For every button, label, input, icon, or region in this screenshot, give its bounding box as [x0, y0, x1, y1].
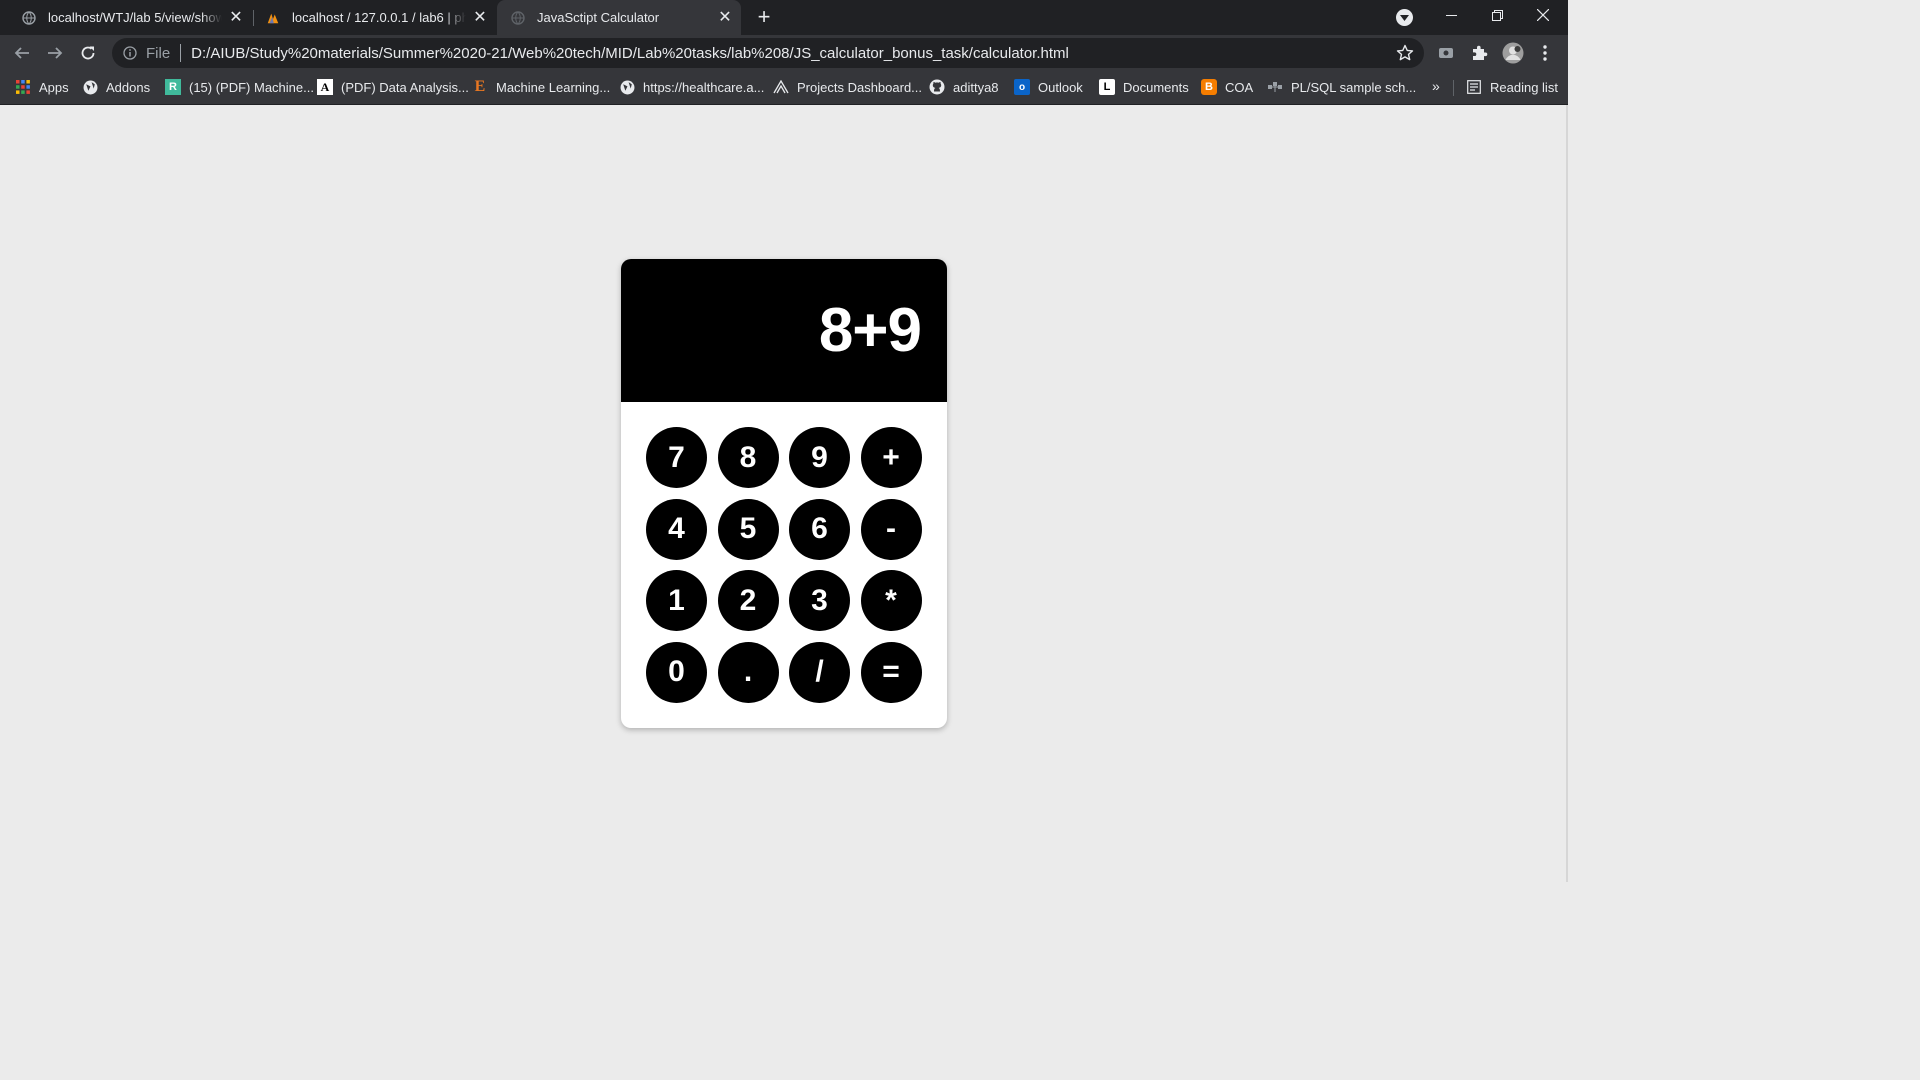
bookmark-item[interactable]: B COA: [1201, 78, 1253, 96]
close-tab-icon[interactable]: ✕: [470, 8, 490, 28]
url-divider: [180, 44, 182, 62]
browser-tab-active[interactable]: JavaSctipt Calculator ✕: [497, 0, 741, 35]
key-divide[interactable]: /: [789, 641, 850, 703]
key-minus[interactable]: -: [860, 498, 922, 560]
blogger-icon: B: [1201, 79, 1217, 95]
profile-avatar[interactable]: [1501, 41, 1525, 65]
key-7[interactable]: 7: [646, 427, 707, 488]
key-3[interactable]: 3: [789, 570, 850, 631]
bookmark-item[interactable]: https://healthcare.a...: [619, 78, 764, 96]
bookmark-label: Documents: [1123, 79, 1189, 95]
key-plus[interactable]: +: [860, 427, 922, 488]
key-5[interactable]: 5: [717, 498, 779, 560]
info-icon[interactable]: [122, 45, 138, 61]
bookmark-item[interactable]: Addons: [82, 78, 150, 96]
bookmarks-bar: Apps Addons R (15) (PDF) Machine... A (P…: [0, 71, 1568, 105]
key-equals[interactable]: =: [860, 641, 922, 703]
forward-arrow-icon: [48, 47, 63, 59]
reading-list-label: Reading list: [1490, 79, 1558, 95]
globe-icon: [22, 10, 36, 25]
key-2[interactable]: 2: [717, 570, 779, 631]
calculator-display: 8+9: [621, 259, 947, 402]
gitlab-icon: [773, 79, 789, 95]
key-decimal[interactable]: .: [717, 641, 779, 703]
globe-icon: [619, 79, 635, 95]
phpmyadmin-icon: [266, 11, 280, 25]
reading-list-icon: [1466, 79, 1482, 95]
globe-icon: [511, 10, 525, 25]
bookmark-item[interactable]: PL/SQL sample sch...: [1267, 78, 1416, 96]
more-menu-icon[interactable]: [1536, 44, 1554, 62]
reading-list-button[interactable]: Reading list: [1466, 78, 1558, 96]
bookmark-item[interactable]: R (15) (PDF) Machine...: [165, 78, 314, 96]
edx-icon: E: [474, 78, 486, 95]
tab-strip: localhost/WTJ/lab 5/view/show_a ✕ localh…: [0, 0, 1568, 35]
bookmark-item[interactable]: L Documents: [1099, 78, 1189, 96]
bookmark-item[interactable]: Apps: [15, 78, 69, 96]
academia-icon: A: [317, 79, 333, 95]
new-tab-button[interactable]: +: [752, 5, 776, 29]
globe-icon: [82, 79, 98, 95]
bookmark-label: PL/SQL sample sch...: [1291, 79, 1417, 95]
url-scheme-label: File: [146, 44, 171, 62]
address-bar[interactable]: File D:/AIUB/Study%20materials/Summer%20…: [112, 38, 1424, 68]
researchgate-icon: R: [165, 79, 181, 95]
bookmark-item[interactable]: E Machine Learning...: [472, 78, 611, 96]
forward-button[interactable]: [41, 39, 69, 67]
minimize-icon[interactable]: [1428, 0, 1474, 32]
back-arrow-icon: [14, 47, 29, 59]
bookmark-item[interactable]: adittya8: [929, 78, 999, 96]
tab-title: localhost / 127.0.0.1 / lab6 | phpM: [292, 10, 466, 25]
key-1[interactable]: 1: [646, 570, 707, 631]
screen-capture-icon[interactable]: [1437, 44, 1455, 62]
tab-title: localhost/WTJ/lab 5/view/show_a: [48, 10, 222, 25]
documents-icon: L: [1099, 79, 1115, 95]
url-text[interactable]: D:/AIUB/Study%20materials/Summer%2020-21…: [191, 45, 1069, 62]
bookmark-item[interactable]: A (PDF) Data Analysis...: [317, 78, 469, 96]
key-0[interactable]: 0: [646, 641, 707, 703]
bookmarks-separator: [1453, 80, 1454, 96]
bookmark-label: COA: [1225, 79, 1254, 95]
bookmark-label: Apps: [39, 79, 69, 95]
browser-tab[interactable]: localhost/WTJ/lab 5/view/show_a ✕: [8, 0, 252, 35]
browser-tab[interactable]: localhost / 127.0.0.1 / lab6 | phpM ✕: [252, 0, 496, 35]
key-multiply[interactable]: *: [860, 570, 922, 631]
bookmark-item[interactable]: Projects Dashboard...: [773, 78, 922, 96]
extensions-puzzle-icon[interactable]: [1470, 44, 1488, 62]
bookmark-star-icon[interactable]: [1396, 44, 1414, 62]
key-6[interactable]: 6: [789, 498, 850, 560]
restore-icon[interactable]: [1474, 0, 1520, 32]
reload-icon: [81, 46, 95, 60]
apps-grid-icon: [15, 79, 31, 95]
bookmark-label: Machine Learning...: [496, 79, 611, 95]
close-tab-icon[interactable]: ✕: [715, 8, 735, 28]
back-button[interactable]: [8, 39, 36, 67]
database-icon: [1267, 79, 1283, 95]
tab-search-icon[interactable]: [1396, 9, 1413, 26]
bookmark-label: Addons: [106, 79, 151, 95]
tab-title: JavaSctipt Calculator: [537, 10, 660, 25]
key-8[interactable]: 8: [717, 427, 779, 488]
scrollbar-edge: [1566, 105, 1568, 882]
outlook-icon: o: [1014, 79, 1030, 95]
bookmark-label: Outlook: [1038, 79, 1083, 95]
calculator: 8+9 7 8 9 + 4 5 6 - 1 2 3 * 0 . / =: [621, 259, 947, 728]
bookmark-label: Projects Dashboard...: [797, 79, 923, 95]
key-4[interactable]: 4: [646, 498, 707, 560]
bookmark-label: adittya8: [953, 79, 999, 95]
bookmark-label: https://healthcare.a...: [643, 79, 765, 95]
key-9[interactable]: 9: [789, 427, 850, 488]
more-bookmarks-chevron-icon[interactable]: »: [1432, 78, 1440, 94]
reload-button[interactable]: [74, 39, 102, 67]
bookmark-label: (PDF) Data Analysis...: [341, 79, 469, 95]
github-icon: [929, 79, 945, 95]
browser-toolbar: File D:/AIUB/Study%20materials/Summer%20…: [0, 35, 1568, 71]
calculator-keypad: 7 8 9 + 4 5 6 - 1 2 3 * 0 . / =: [646, 427, 922, 703]
close-tab-icon[interactable]: ✕: [226, 8, 246, 28]
bookmark-item[interactable]: o Outlook: [1014, 78, 1083, 96]
close-window-icon[interactable]: [1520, 0, 1566, 32]
bookmark-label: (15) (PDF) Machine...: [189, 79, 314, 95]
